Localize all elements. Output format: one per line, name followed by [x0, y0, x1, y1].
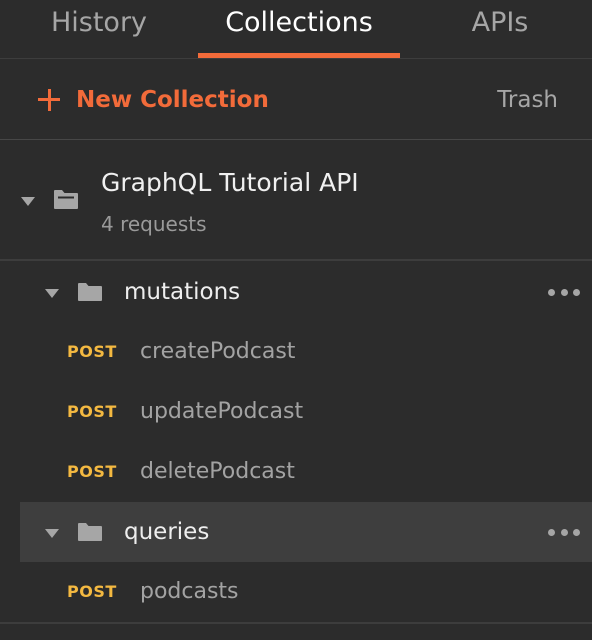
request-method-badge: POST: [67, 342, 117, 361]
folder-mutations[interactable]: mutations: [0, 262, 592, 322]
folder-icon: [78, 283, 102, 301]
collections-sidebar: History Collections APIs New Collection …: [0, 0, 592, 640]
sidebar-tabs: History Collections APIs: [0, 0, 592, 59]
new-collection-button[interactable]: New Collection: [38, 83, 269, 117]
plus-icon: [38, 89, 60, 111]
caret-down-icon[interactable]: [45, 289, 59, 298]
trash-button[interactable]: Trash: [497, 83, 558, 117]
request-item[interactable]: POST updatePodcast: [0, 382, 592, 442]
divider: [0, 622, 592, 624]
collection-actions: New Collection Trash: [0, 59, 592, 140]
tab-collections[interactable]: Collections: [198, 0, 400, 59]
folder-queries[interactable]: queries: [20, 502, 592, 562]
request-method-badge: POST: [67, 402, 117, 421]
collection-folder-icon: [54, 190, 78, 209]
request-method-badge: POST: [67, 582, 117, 601]
request-item[interactable]: POST createPodcast: [0, 322, 592, 382]
more-options-icon[interactable]: [548, 529, 580, 536]
more-options-icon[interactable]: [548, 289, 580, 296]
request-method-badge: POST: [67, 462, 117, 481]
request-name: podcasts: [140, 579, 239, 604]
collection-name: GraphQL Tutorial API: [101, 168, 359, 197]
caret-down-icon[interactable]: [45, 529, 59, 538]
folder-name: mutations: [124, 279, 241, 305]
request-item[interactable]: POST deletePodcast: [0, 442, 592, 502]
collection-header[interactable]: GraphQL Tutorial API 4 requests: [0, 140, 592, 261]
request-name: deletePodcast: [140, 459, 295, 484]
request-name: updatePodcast: [140, 399, 304, 424]
tab-apis[interactable]: APIs: [445, 0, 555, 59]
request-name: createPodcast: [140, 339, 296, 364]
folder-name: queries: [124, 519, 210, 545]
folder-icon: [78, 523, 102, 541]
caret-down-icon[interactable]: [21, 197, 35, 206]
new-collection-label: New Collection: [76, 87, 269, 113]
tab-history[interactable]: History: [40, 0, 158, 59]
request-item[interactable]: POST podcasts: [0, 562, 592, 622]
collection-request-count: 4 requests: [101, 212, 207, 236]
